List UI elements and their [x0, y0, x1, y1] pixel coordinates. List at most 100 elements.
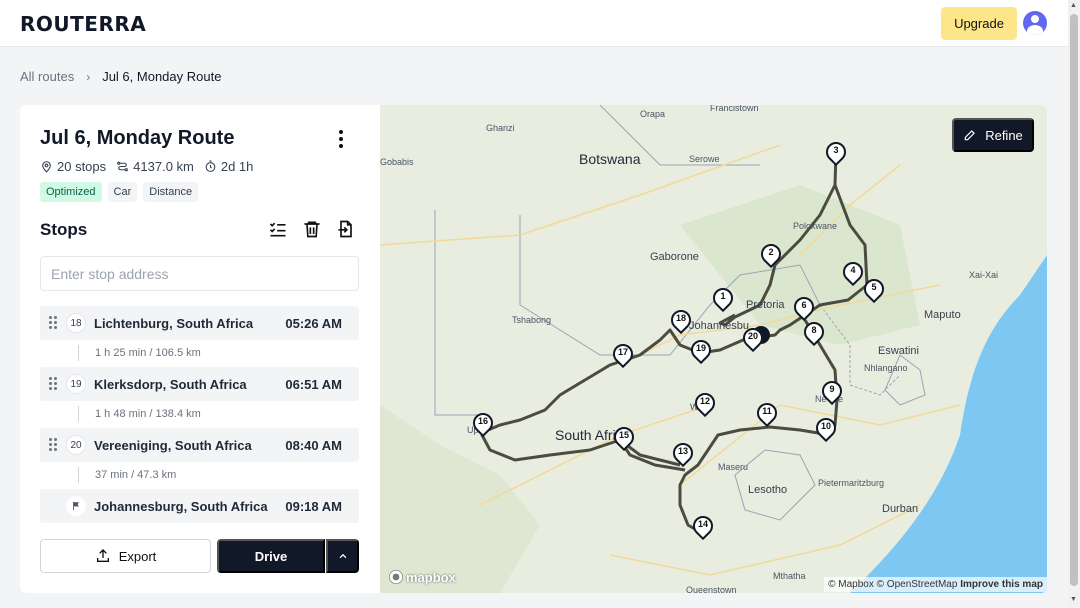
map-marker-19[interactable]: 19	[686, 335, 716, 366]
map-marker-8[interactable]: 8	[799, 317, 829, 348]
import-file-icon[interactable]	[335, 218, 357, 240]
map-marker-6[interactable]: 6	[789, 292, 819, 323]
scroll-up-arrow-icon[interactable]: ▲	[1070, 2, 1077, 9]
map-marker-2[interactable]: 2	[756, 239, 786, 270]
breadcrumb-all-routes[interactable]: All routes	[20, 69, 74, 84]
stop-address-input[interactable]	[40, 256, 359, 291]
refine-label: Refine	[985, 127, 1023, 143]
pencil-icon	[964, 130, 976, 141]
leg-info: 1 h 25 min / 106.5 km	[78, 345, 278, 361]
stop-row[interactable]: 19 Klerksdorp, South Africa 06:51 AM	[40, 367, 359, 401]
map-marker-12[interactable]: 12	[690, 388, 720, 419]
map-marker-17[interactable]: 17	[608, 339, 638, 370]
stop-time: 05:26 AM	[285, 316, 342, 331]
more-options-icon[interactable]	[333, 128, 349, 150]
stop-name: Vereeniging, South Africa	[94, 438, 252, 453]
map-label-nhlangano: Nhlangano	[864, 363, 908, 373]
export-button[interactable]: Export	[40, 539, 211, 573]
map-label-serowe: Serowe	[689, 154, 720, 164]
map-marker-16[interactable]: 16	[468, 408, 498, 439]
route-panel: Jul 6, Monday Route 20 stops 4137.0 km 2…	[20, 105, 380, 593]
map-marker-14[interactable]: 14	[688, 511, 718, 542]
user-avatar-icon[interactable]	[1023, 11, 1047, 35]
map-label-pietermaritzburg: Pietermaritzburg	[818, 478, 885, 488]
drive-button[interactable]: Drive	[217, 539, 325, 573]
attribution-mapbox[interactable]: © Mapbox	[828, 579, 874, 590]
scroll-down-arrow-icon[interactable]: ▼	[1070, 596, 1077, 603]
map-label-gaborone: Gaborone	[650, 251, 699, 263]
chevron-up-icon	[339, 553, 346, 559]
map-canvas[interactable]	[380, 105, 1047, 593]
upgrade-button[interactable]: Upgrade	[941, 7, 1017, 40]
logo[interactable]: ROUTERRA	[20, 12, 146, 36]
badge-car: Car	[107, 182, 138, 202]
stop-row[interactable]: 20 Vereeniging, South Africa 08:40 AM	[40, 428, 359, 462]
stops-actions	[267, 218, 357, 240]
location-pin-icon	[42, 161, 51, 173]
list-scroll-edge	[40, 297, 359, 301]
stop-name: Klerksdorp, South Africa	[94, 377, 247, 392]
mapbox-logo[interactable]: mapbox	[388, 569, 456, 585]
stops-heading: Stops	[40, 220, 88, 239]
map-label-gobabis: Gobabis	[380, 157, 414, 167]
route-card: Jul 6, Monday Route 20 stops 4137.0 km 2…	[20, 105, 1047, 593]
chevron-right-icon: ›	[86, 69, 91, 84]
route-duration: 2d 1h	[220, 159, 254, 174]
refine-button[interactable]: Refine	[952, 118, 1034, 152]
map-label-pretoria: Pretoria	[746, 299, 785, 311]
stop-name: Lichtenburg, South Africa	[94, 316, 254, 331]
route-distance: 4137.0 km	[133, 159, 194, 174]
route-map[interactable]: Botswana South Afri Eswatini Lesotho Map…	[380, 105, 1047, 593]
drag-handle-icon[interactable]	[49, 316, 57, 329]
map-label-tshabong: Tshabong	[512, 315, 552, 325]
improve-map-link[interactable]: Improve this map	[960, 579, 1043, 590]
map-label-durban: Durban	[882, 503, 919, 515]
map-marker-15[interactable]: 15	[609, 422, 639, 453]
map-marker-10[interactable]: 10	[811, 413, 841, 444]
drag-handle-icon[interactable]	[49, 438, 57, 451]
stop-number: 19	[66, 374, 86, 394]
route-title: Jul 6, Monday Route	[40, 127, 235, 149]
drive-options-button[interactable]	[326, 539, 359, 573]
stop-time: 09:18 AM	[285, 499, 342, 514]
map-label-francistown: Francistown	[710, 105, 759, 113]
route-badges: Optimized Car Distance	[40, 182, 199, 202]
scroll-thumb[interactable]	[1070, 14, 1078, 586]
stop-row-destination[interactable]: Johannesburg, South Africa 09:18 AM	[40, 489, 359, 523]
page-scrollbar[interactable]: ▲ ▼	[1068, 0, 1080, 608]
stop-number: 20	[66, 435, 86, 455]
trash-icon[interactable]	[301, 218, 323, 240]
map-label-xai-xai: Xai-Xai	[969, 270, 999, 280]
map-label-maseru: Maseru	[718, 462, 749, 472]
map-marker-11[interactable]: 11	[752, 398, 782, 429]
map-marker-1[interactable]: 1	[708, 283, 738, 314]
map-label-mthatha: Mthatha	[773, 571, 806, 581]
upload-icon	[96, 549, 109, 562]
map-label-maputo: Maputo	[924, 309, 961, 321]
map-marker-9[interactable]: 9	[817, 376, 847, 407]
timer-icon	[205, 160, 216, 172]
checklist-icon[interactable]	[267, 218, 289, 240]
map-marker-13[interactable]: 13	[668, 438, 698, 469]
map-label-lesotho: Lesotho	[748, 484, 788, 496]
breadcrumb-current: Jul 6, Monday Route	[102, 69, 222, 84]
stops-count: 20 stops	[57, 159, 107, 174]
map-marker-20[interactable]: 20	[738, 323, 768, 354]
map-marker-5[interactable]: 5	[859, 274, 889, 305]
badge-optimized: Optimized	[40, 182, 102, 202]
stop-time: 06:51 AM	[285, 377, 342, 392]
map-marker-18[interactable]: 18	[666, 305, 696, 336]
mapbox-icon	[389, 570, 403, 584]
drag-handle-icon[interactable]	[49, 377, 57, 390]
attribution-osm[interactable]: © OpenStreetMap	[877, 579, 958, 590]
map-label-botswana: Botswana	[579, 151, 641, 167]
map-marker-3[interactable]: 3	[821, 137, 851, 168]
stop-time: 08:40 AM	[285, 438, 342, 453]
map-label-polokwane: Polokwane	[793, 221, 838, 231]
route-icon	[117, 161, 129, 172]
map-attribution: © Mapbox © OpenStreetMap Improve this ma…	[824, 577, 1047, 592]
map-marker-4[interactable]: 4	[838, 257, 868, 288]
export-label: Export	[118, 548, 157, 564]
map-label-south-africa: South Afri	[555, 427, 616, 443]
stop-row[interactable]: 18 Lichtenburg, South Africa 05:26 AM	[40, 306, 359, 340]
